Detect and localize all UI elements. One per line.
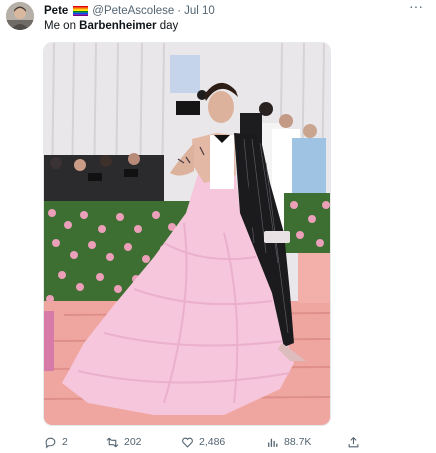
tweet-actions: 2 202 2,486 88.7K xyxy=(44,434,374,450)
share-button[interactable] xyxy=(347,434,360,450)
tweet-text-suffix: day xyxy=(156,20,179,32)
retweet-icon xyxy=(106,437,119,447)
tweet-text-prefix: Me on xyxy=(44,20,80,32)
share-icon xyxy=(348,436,359,447)
analytics-icon xyxy=(268,438,278,447)
retweet-button[interactable]: 202 xyxy=(106,434,142,450)
tweet-timestamp[interactable]: Jul 10 xyxy=(184,5,215,17)
view-count: 88.7K xyxy=(284,436,312,448)
more-horizontal-icon[interactable]: ··· xyxy=(406,0,426,16)
reply-button[interactable]: 2 xyxy=(44,434,68,450)
like-count: 2,486 xyxy=(199,436,226,448)
retweet-count: 202 xyxy=(124,436,142,448)
views-button[interactable]: 88.7K xyxy=(266,434,311,450)
separator-dot: · xyxy=(177,5,182,17)
avatar-image xyxy=(6,2,34,30)
tweet-text: Me on Barbenheimer day xyxy=(44,19,178,33)
tweet-header: Pete @PeteAscolese · Jul 10 xyxy=(44,3,215,19)
author-avatar[interactable] xyxy=(6,2,34,30)
tweet-text-bold: Barbenheimer xyxy=(79,20,157,32)
like-button[interactable]: 2,486 xyxy=(181,434,225,450)
reply-icon xyxy=(45,437,56,449)
tweet-card[interactable]: Pete @PeteAscolese · Jul 10 ··· Me on Ba… xyxy=(0,0,436,453)
photo-image xyxy=(44,43,330,425)
heart-icon xyxy=(182,437,193,448)
tweet-photo[interactable] xyxy=(43,42,331,426)
rainbow-flag-icon xyxy=(73,6,89,16)
reply-count: 2 xyxy=(62,436,68,448)
author-name[interactable]: Pete xyxy=(44,5,68,17)
author-handle[interactable]: @PeteAscolese xyxy=(92,5,174,17)
